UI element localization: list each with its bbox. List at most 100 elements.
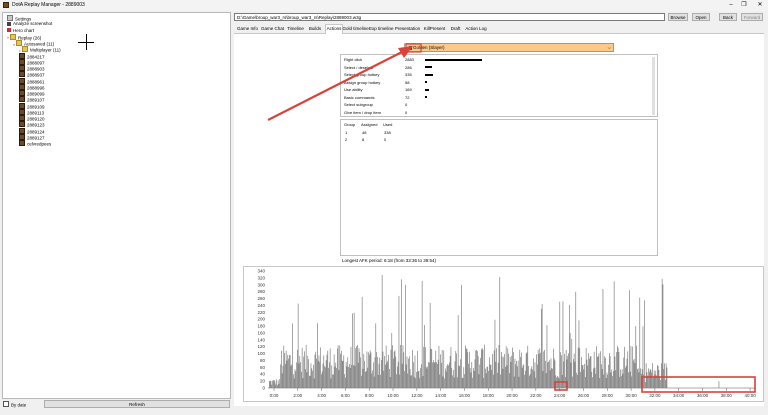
apm-bar <box>396 374 397 388</box>
apm-bar <box>410 375 412 388</box>
apm-bar <box>531 366 533 388</box>
stat-value: 0 <box>405 102 408 107</box>
tab-killpresent[interactable]: KillPresent <box>422 25 447 32</box>
apm-bar <box>358 348 360 388</box>
apm-bar <box>481 349 482 388</box>
maximize-button[interactable]: ❐ <box>739 1 749 10</box>
tree-item[interactable]: ▿ Replay (26) <box>7 33 41 40</box>
apm-bar <box>409 356 410 388</box>
apm-bar <box>631 376 633 388</box>
tab-exp-timeline[interactable]: Exp timeline <box>369 25 394 32</box>
tree-item[interactable]: Settings <box>7 15 31 22</box>
apm-bar <box>445 371 447 388</box>
tab-action-log[interactable]: Action Log <box>464 25 488 32</box>
refresh-button[interactable]: Refresh <box>44 400 230 408</box>
apm-bar <box>362 368 364 388</box>
tab-gold-timeline[interactable]: Gold timeline <box>343 25 369 32</box>
tree-item[interactable]: 2888996 <box>19 83 45 90</box>
stat-bar <box>425 73 433 76</box>
apm-bar <box>552 368 553 388</box>
tree-item[interactable]: 2888937 <box>19 71 45 78</box>
tree-item[interactable]: 2888903 <box>19 65 45 72</box>
tree-item[interactable]: 2889109 <box>19 102 45 109</box>
tree-item[interactable]: 2889123 <box>19 121 45 128</box>
checkbox-box[interactable] <box>3 401 9 407</box>
apm-bar <box>556 377 557 388</box>
apm-bar <box>333 354 335 388</box>
close-button[interactable]: ✕ <box>755 1 765 10</box>
tab-game-info[interactable]: Game Info <box>236 25 259 32</box>
by-date-checkbox[interactable]: By date <box>3 401 26 408</box>
apm-bar <box>456 353 457 388</box>
apm-bar <box>401 279 402 388</box>
apm-bar <box>522 365 524 388</box>
tab-presentation[interactable]: Presentation <box>395 25 421 32</box>
apm-bar <box>395 356 397 388</box>
apm-bar <box>624 346 625 388</box>
tree-item[interactable]: ▹ Multiplayer (11) <box>19 46 61 53</box>
apm-bar <box>380 374 381 388</box>
tree-item[interactable]: ▿ Autosaved (11) <box>13 40 54 47</box>
apm-bar <box>497 362 499 388</box>
apm-bar <box>343 355 345 388</box>
apm-bar <box>385 364 386 388</box>
apm-bar <box>627 351 629 388</box>
forward-button[interactable]: Forward <box>741 13 763 21</box>
tree-item[interactable]: 2889099 <box>19 90 45 97</box>
player-select[interactable]: Golden (Slayer) ⌵ <box>406 43 614 52</box>
apm-bar <box>328 367 329 388</box>
apm-bar <box>382 351 384 388</box>
apm-bar <box>372 370 373 388</box>
apm-bar <box>529 374 531 388</box>
replay-path-input[interactable]: D:\Game\broup_war3_rs\broup_war3_rs\Repl… <box>234 13 665 21</box>
tab-actions[interactable]: Actions <box>325 24 343 34</box>
tree-item[interactable]: 2889124 <box>19 127 45 134</box>
apm-bar <box>459 366 461 388</box>
tree-item[interactable]: 2884217 <box>19 52 45 59</box>
apm-bar <box>587 365 589 388</box>
apm-bar <box>496 348 497 388</box>
tree-item[interactable]: Analyze screenshot <box>7 21 52 27</box>
apm-bar <box>271 384 273 388</box>
y-tick-label: 0 <box>262 386 265 391</box>
apm-bar <box>516 360 517 388</box>
apm-bar <box>355 348 357 388</box>
tree-item[interactable]: 2889107 <box>19 96 45 103</box>
apm-bar <box>430 348 432 388</box>
tree-item[interactable]: celvredpees <box>19 140 51 147</box>
tab-timeline[interactable]: Timeline <box>286 25 305 32</box>
apm-bar <box>520 356 521 388</box>
apm-bar <box>315 351 317 388</box>
minimize-button[interactable]: – <box>726 1 736 10</box>
tab-draft[interactable]: Draft <box>449 25 463 32</box>
back-button[interactable]: Back <box>719 13 737 21</box>
apm-bar <box>508 353 509 388</box>
stat-bar <box>425 96 427 98</box>
open-button[interactable]: Open <box>692 13 710 21</box>
tree-item[interactable]: 2888097 <box>19 58 45 65</box>
apm-bar <box>604 356 605 388</box>
apm-bar <box>429 303 431 388</box>
replay-tree[interactable]: Settings Analyze screenshot Hero chart ▿ Rep… <box>2 12 231 399</box>
tree-item[interactable]: Hero chart <box>7 28 34 34</box>
browse-button[interactable]: Browse <box>668 13 688 21</box>
apm-bar <box>581 357 582 388</box>
y-tick-label: 200 <box>257 317 265 322</box>
chevron-down-icon[interactable]: ⌵ <box>608 44 611 52</box>
apm-bar <box>492 354 493 388</box>
apm-bar <box>507 348 509 388</box>
apm-bar <box>505 367 506 388</box>
stats-scrollbar[interactable] <box>652 57 655 115</box>
tree-item[interactable]: 2889127 <box>19 133 45 140</box>
apm-bar <box>593 368 594 388</box>
apm-bar <box>536 354 537 388</box>
apm-bar <box>561 374 563 388</box>
tab-game-chat[interactable]: Game Chat <box>261 25 285 32</box>
apm-bar <box>418 370 420 388</box>
tree-item[interactable]: 2888961 <box>19 77 45 84</box>
replay-icon <box>19 65 25 71</box>
replay-icon <box>19 133 25 140</box>
tree-item[interactable]: 2889120 <box>19 115 45 122</box>
tree-item[interactable]: 2889113 <box>19 108 44 115</box>
tab-builds[interactable]: Builds <box>307 25 324 32</box>
